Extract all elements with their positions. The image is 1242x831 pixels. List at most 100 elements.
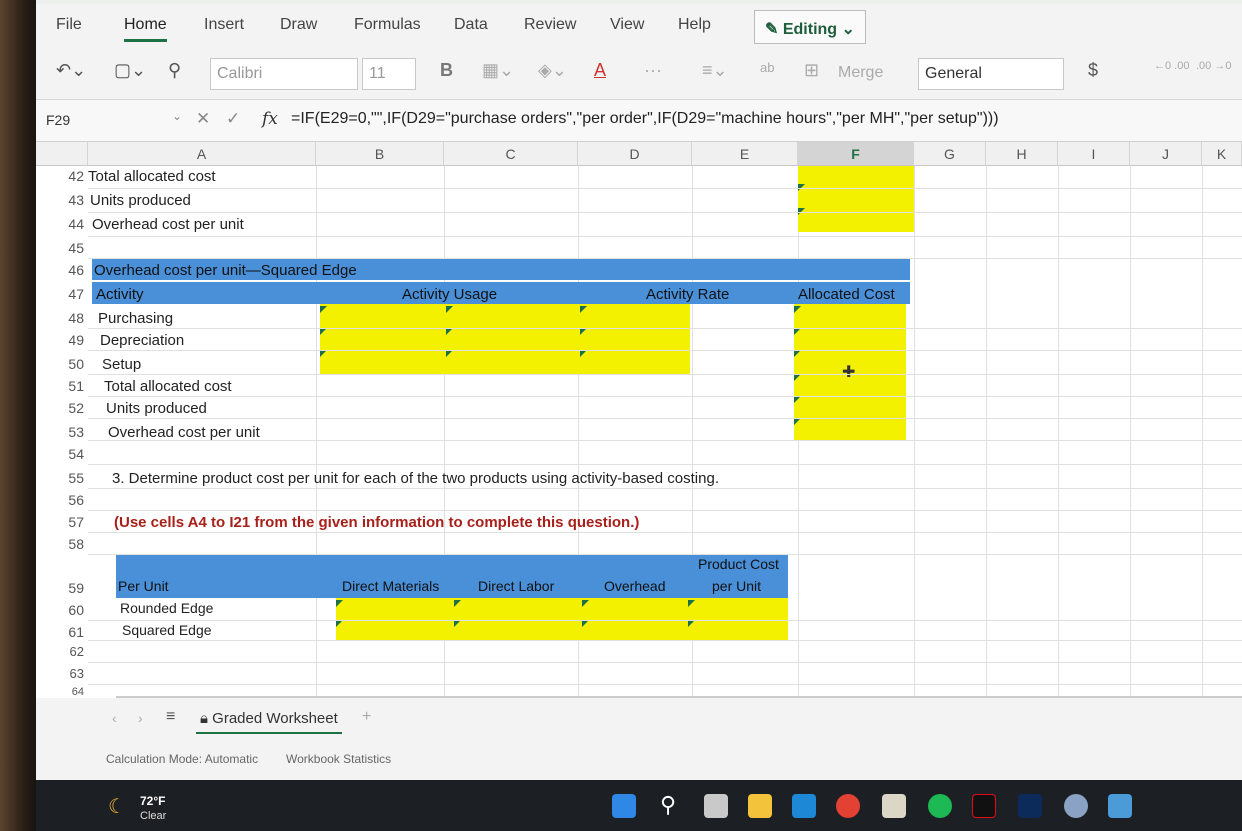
- more-options-icon[interactable]: ···: [644, 60, 662, 81]
- decrease-decimal-icon[interactable]: ←0 .00: [1154, 60, 1189, 72]
- cell-d47-activity-rate[interactable]: Activity Rate: [646, 286, 729, 303]
- tab-draw[interactable]: Draw: [280, 16, 317, 34]
- tab-formulas[interactable]: Formulas: [354, 16, 421, 34]
- cell-b59-direct-materials[interactable]: Direct Materials: [342, 578, 439, 594]
- row-header-52[interactable]: 52: [36, 400, 88, 416]
- column-header-e[interactable]: E: [692, 142, 798, 166]
- add-sheet-button[interactable]: +: [362, 708, 371, 726]
- row-header-46[interactable]: 46: [36, 262, 88, 278]
- disney-plus-icon[interactable]: [1018, 794, 1042, 818]
- cell-e59-per-unit[interactable]: per Unit: [712, 578, 761, 594]
- column-header-j[interactable]: J: [1130, 142, 1202, 166]
- cell-a50[interactable]: Setup: [102, 356, 141, 373]
- clipboard-icon[interactable]: ▢⌄: [114, 60, 146, 81]
- tab-insert[interactable]: Insert: [204, 16, 244, 34]
- cell-a60[interactable]: Rounded Edge: [120, 600, 213, 616]
- tab-view[interactable]: View: [610, 16, 644, 34]
- merge-label[interactable]: Merge: [838, 64, 883, 82]
- cell-b47-activity-usage[interactable]: Activity Usage: [402, 286, 497, 303]
- cell-a55-question[interactable]: 3. Determine product cost per unit for e…: [112, 470, 719, 487]
- weather-moon-icon[interactable]: ☾: [108, 794, 126, 819]
- cell-a57-instructions[interactable]: (Use cells A4 to I21 from the given info…: [114, 514, 639, 531]
- row-header-63[interactable]: 63: [36, 666, 88, 681]
- column-header-c[interactable]: C: [444, 142, 578, 166]
- editing-mode-button[interactable]: ✎ Editing ⌄: [754, 10, 866, 44]
- windows-start-icon[interactable]: [612, 794, 636, 818]
- cell-a51[interactable]: Total allocated cost: [104, 378, 232, 395]
- netflix-icon[interactable]: [972, 794, 996, 818]
- borders-icon[interactable]: ▦⌄: [482, 60, 514, 81]
- currency-icon[interactable]: $: [1088, 60, 1098, 81]
- row-header-55[interactable]: 55: [36, 470, 88, 486]
- cell-a49[interactable]: Depreciation: [100, 332, 184, 349]
- file-explorer-icon[interactable]: [748, 794, 772, 818]
- row-header-45[interactable]: 45: [36, 240, 88, 256]
- row-header-58[interactable]: 58: [36, 536, 88, 552]
- weather-desc[interactable]: Clear: [140, 810, 166, 822]
- align-icon[interactable]: ≡⌄: [702, 60, 728, 81]
- column-header-g[interactable]: G: [914, 142, 986, 166]
- row-header-64[interactable]: 64: [36, 686, 88, 698]
- cell-a44[interactable]: Overhead cost per unit: [92, 216, 244, 233]
- tab-file[interactable]: File: [56, 16, 82, 34]
- cell-a43[interactable]: Units produced: [90, 192, 191, 209]
- column-header-f[interactable]: F: [798, 142, 914, 166]
- row-header-57[interactable]: 57: [36, 514, 88, 530]
- row-header-56[interactable]: 56: [36, 492, 88, 508]
- select-all-corner[interactable]: [36, 142, 88, 166]
- next-sheet-icon[interactable]: ›: [138, 710, 143, 726]
- bold-button[interactable]: B: [440, 60, 453, 81]
- store-icon[interactable]: [882, 794, 906, 818]
- row-header-53[interactable]: 53: [36, 424, 88, 440]
- prev-sheet-icon[interactable]: ‹: [112, 710, 117, 726]
- row-header-42[interactable]: 42: [36, 168, 88, 184]
- column-header-b[interactable]: B: [316, 142, 444, 166]
- workbook-statistics-link[interactable]: Workbook Statistics: [286, 752, 391, 766]
- cell-e58-product-cost[interactable]: Product Cost: [698, 556, 779, 572]
- name-box[interactable]: F29: [46, 112, 70, 128]
- increase-decimal-icon[interactable]: .00 →0: [1196, 60, 1231, 72]
- cell-c59-direct-labor[interactable]: Direct Labor: [478, 578, 554, 594]
- font-name-dropdown[interactable]: Calibri: [210, 58, 358, 90]
- row-header-49[interactable]: 49: [36, 332, 88, 348]
- chrome-icon[interactable]: [836, 794, 860, 818]
- input-cells-b48-d50[interactable]: [320, 304, 690, 374]
- number-format-dropdown[interactable]: General: [918, 58, 1064, 90]
- tab-review[interactable]: Review: [524, 16, 576, 34]
- tab-home[interactable]: Home: [124, 16, 167, 42]
- worksheet-grid[interactable]: A B C D E F G H I J K ✚ 42 Total allocat…: [36, 142, 1242, 698]
- cell-a52[interactable]: Units produced: [106, 400, 207, 417]
- cell-a42[interactable]: Total allocated cost: [88, 168, 216, 185]
- cancel-icon[interactable]: ✕: [196, 109, 210, 129]
- column-header-h[interactable]: H: [986, 142, 1058, 166]
- cell-a61[interactable]: Squared Edge: [122, 622, 212, 638]
- task-view-icon[interactable]: [704, 794, 728, 818]
- cell-f47-allocated-cost[interactable]: Allocated Cost: [798, 286, 895, 303]
- row-header-50[interactable]: 50: [36, 356, 88, 372]
- font-size-dropdown[interactable]: 11: [362, 58, 416, 90]
- row-header-51[interactable]: 51: [36, 378, 88, 394]
- all-sheets-menu-icon[interactable]: ≡: [166, 708, 175, 726]
- cell-a59-per-unit[interactable]: Per Unit: [118, 578, 169, 594]
- row-header-47[interactable]: 47: [36, 286, 88, 302]
- font-color-icon[interactable]: A: [594, 60, 606, 81]
- fill-color-icon[interactable]: ◈⌄: [538, 60, 567, 81]
- column-header-d[interactable]: D: [578, 142, 692, 166]
- row-header-59[interactable]: 59: [36, 580, 88, 596]
- spotify-icon[interactable]: [928, 794, 952, 818]
- tab-data[interactable]: Data: [454, 16, 488, 34]
- cell-a53[interactable]: Overhead cost per unit: [108, 424, 260, 441]
- input-cells-b60-e61[interactable]: [336, 598, 788, 640]
- column-header-k[interactable]: K: [1202, 142, 1242, 166]
- wrap-text-icon[interactable]: ab: [760, 60, 774, 75]
- cell-a48[interactable]: Purchasing: [98, 310, 173, 327]
- calculator-app-icon[interactable]: [1108, 794, 1132, 818]
- sheet-tab-graded-worksheet[interactable]: 🔒︎ Graded Worksheet: [196, 704, 342, 734]
- weather-temp[interactable]: 72°F: [140, 794, 165, 808]
- cell-a47-activity[interactable]: Activity: [96, 286, 144, 303]
- input-cells-f42-f44[interactable]: [798, 166, 914, 232]
- merge-icon[interactable]: ⊞: [804, 60, 819, 81]
- name-box-chevron-icon[interactable]: ⌄: [172, 109, 182, 123]
- row-header-54[interactable]: 54: [36, 446, 88, 462]
- row-header-48[interactable]: 48: [36, 310, 88, 326]
